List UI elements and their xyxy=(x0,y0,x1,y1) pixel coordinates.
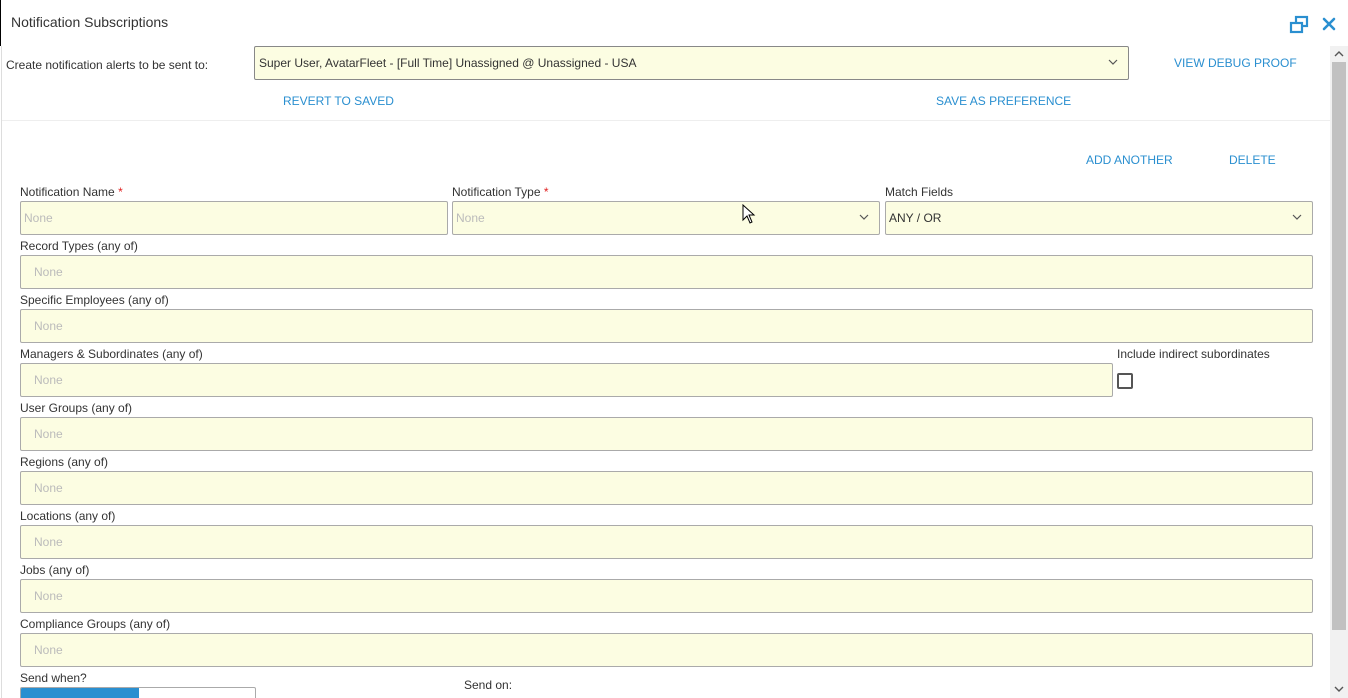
compliance-groups-input[interactable]: None xyxy=(20,633,1313,667)
section-divider xyxy=(2,120,1331,121)
vertical-scrollbar[interactable] xyxy=(1330,46,1348,698)
dialog-title: Notification Subscriptions xyxy=(11,14,169,30)
match-fields-label: Match Fields xyxy=(885,185,954,199)
regions-label: Regions (any of) xyxy=(20,455,109,469)
notification-name-input[interactable]: None xyxy=(20,201,448,235)
chevron-down-icon xyxy=(1292,214,1302,220)
match-fields-select[interactable]: ANY / OR xyxy=(885,201,1313,235)
managers-subordinates-label: Managers & Subordinates (any of) xyxy=(20,347,203,361)
add-another-link[interactable]: ADD ANOTHER xyxy=(1086,153,1173,167)
required-mark: * xyxy=(118,185,123,199)
scroll-down-icon[interactable] xyxy=(1334,684,1344,694)
managers-subordinates-input[interactable]: None xyxy=(20,363,1113,397)
title-bar: Notification Subscriptions xyxy=(0,0,1348,46)
send-when-toggle[interactable] xyxy=(20,687,256,698)
locations-label: Locations (any of) xyxy=(20,509,116,523)
record-types-input[interactable]: None xyxy=(20,255,1313,289)
chevron-down-icon xyxy=(1108,59,1118,65)
restore-window-icon[interactable] xyxy=(1288,14,1310,36)
recipient-value: Super User, AvatarFleet - [Full Time] Un… xyxy=(259,56,637,70)
notification-name-label: Notification Name * xyxy=(20,185,123,199)
record-types-label: Record Types (any of) xyxy=(20,239,138,253)
jobs-input[interactable]: None xyxy=(20,579,1313,613)
mouse-cursor-icon xyxy=(742,204,756,224)
window-edge xyxy=(0,0,1,46)
compliance-groups-label: Compliance Groups (any of) xyxy=(20,617,171,631)
specific-employees-label: Specific Employees (any of) xyxy=(20,293,169,307)
send-when-label: Send when? xyxy=(20,671,87,685)
required-mark: * xyxy=(543,185,549,199)
specific-employees-input[interactable]: None xyxy=(20,309,1313,343)
include-indirect-checkbox[interactable] xyxy=(1117,373,1133,389)
send-when-toggle-active[interactable] xyxy=(21,688,139,698)
close-icon[interactable] xyxy=(1320,15,1338,33)
chevron-down-icon xyxy=(859,214,869,220)
view-debug-proof-link[interactable]: VIEW DEBUG PROOF xyxy=(1174,56,1297,70)
recipient-label: Create notification alerts to be sent to… xyxy=(6,58,209,72)
recipient-select[interactable]: Super User, AvatarFleet - [Full Time] Un… xyxy=(254,46,1129,80)
dialog-content: Create notification alerts to be sent to… xyxy=(1,46,1331,698)
scrollbar-thumb[interactable] xyxy=(1332,62,1346,630)
send-on-label: Send on: xyxy=(464,678,513,692)
regions-input[interactable]: None xyxy=(20,471,1313,505)
jobs-label: Jobs (any of) xyxy=(20,563,90,577)
locations-input[interactable]: None xyxy=(20,525,1313,559)
user-groups-input[interactable]: None xyxy=(20,417,1313,451)
save-as-preference-link[interactable]: SAVE AS PREFERENCE xyxy=(936,94,1071,108)
notification-type-label: Notification Type * xyxy=(452,185,549,199)
revert-to-saved-link[interactable]: REVERT TO SAVED xyxy=(283,94,394,108)
user-groups-label: User Groups (any of) xyxy=(20,401,133,415)
include-indirect-label: Include indirect subordinates xyxy=(1117,347,1270,361)
scroll-up-icon[interactable] xyxy=(1334,49,1344,59)
notification-type-select[interactable]: None xyxy=(452,201,880,235)
delete-link[interactable]: DELETE xyxy=(1229,153,1276,167)
